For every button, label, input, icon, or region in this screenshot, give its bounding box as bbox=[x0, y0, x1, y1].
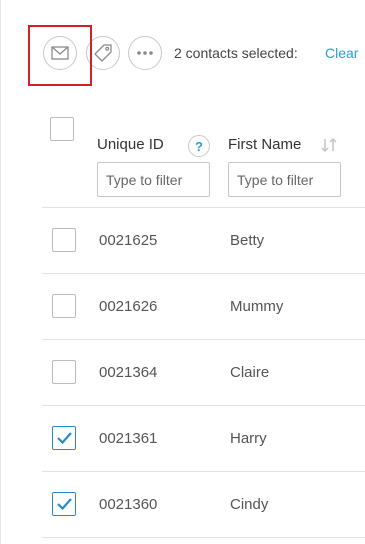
first-name-cell: Betty bbox=[230, 232, 265, 249]
unique-id-cell: 0021626 bbox=[99, 298, 158, 315]
checkmark-icon bbox=[57, 432, 72, 445]
envelope-icon bbox=[51, 46, 69, 60]
help-icon[interactable]: ? bbox=[188, 135, 210, 157]
row-checkbox[interactable] bbox=[52, 294, 76, 318]
first-name-cell: Mummy bbox=[230, 298, 284, 315]
unique-id-cell: 0021625 bbox=[99, 232, 158, 249]
tag-icon bbox=[94, 44, 112, 62]
column-header-first-name[interactable]: First Name bbox=[228, 136, 301, 153]
first-name-filter-input[interactable] bbox=[228, 162, 341, 197]
selection-count: 2 contacts selected: bbox=[174, 45, 298, 61]
row-divider bbox=[42, 471, 365, 472]
select-all-checkbox[interactable] bbox=[50, 117, 74, 141]
header-divider bbox=[42, 207, 365, 208]
ellipsis-icon bbox=[137, 51, 153, 55]
clear-selection-link[interactable]: Clear bbox=[325, 45, 358, 61]
bulk-actions-toolbar: 2 contacts selected: Clear bbox=[0, 0, 365, 100]
first-name-cell: Claire bbox=[230, 364, 270, 381]
row-divider bbox=[42, 537, 365, 538]
checkmark-icon bbox=[57, 498, 72, 511]
unique-id-filter-input[interactable] bbox=[97, 162, 210, 197]
first-name-cell: Harry bbox=[230, 430, 267, 447]
first-name-cell: Cindy bbox=[230, 496, 269, 513]
row-divider bbox=[42, 405, 365, 406]
row-checkbox-checked[interactable] bbox=[52, 492, 76, 516]
unique-id-cell: 0021360 bbox=[99, 496, 158, 513]
sort-icon[interactable] bbox=[320, 138, 338, 152]
tag-button[interactable] bbox=[86, 36, 120, 70]
row-divider bbox=[42, 273, 365, 274]
row-checkbox[interactable] bbox=[52, 360, 76, 384]
unique-id-cell: 0021364 bbox=[99, 364, 158, 381]
email-button[interactable] bbox=[43, 36, 77, 70]
row-divider bbox=[42, 339, 365, 340]
unique-id-cell: 0021361 bbox=[99, 430, 158, 447]
row-checkbox-checked[interactable] bbox=[52, 426, 76, 450]
row-checkbox[interactable] bbox=[52, 228, 76, 252]
more-actions-button[interactable] bbox=[128, 36, 162, 70]
column-header-unique-id[interactable]: Unique ID bbox=[97, 136, 164, 153]
